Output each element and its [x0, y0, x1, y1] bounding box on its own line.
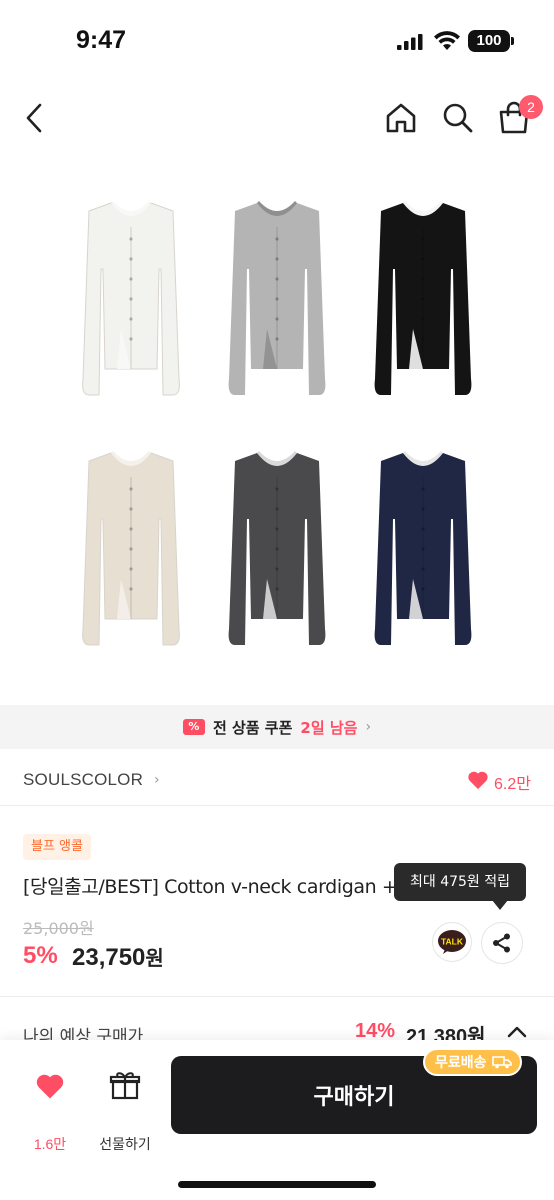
section-divider — [0, 996, 554, 997]
kakao-talk-share-button[interactable]: TALK — [432, 922, 472, 962]
coupon-days-left: 2일 남음 — [300, 718, 358, 737]
coupon-text: 전 상품 쿠폰 — [212, 718, 293, 737]
sale-price: 23,750원 — [72, 942, 164, 972]
gift-label: 선물하기 — [99, 1137, 151, 1153]
home-indicator — [178, 1181, 376, 1188]
bottom-purchase-bar: 1.6만 선물하기 구매하기 무료배송 — [0, 1040, 554, 1200]
cardigan-navy — [374, 451, 472, 645]
tooltip-tail — [492, 900, 508, 910]
search-button[interactable] — [438, 90, 478, 146]
status-bar: 9:47 100 — [0, 0, 554, 80]
kakao-talk-label: TALK — [441, 937, 464, 947]
brand-name-link[interactable]: SOULSCOLOR — [23, 770, 143, 790]
back-button[interactable] — [14, 90, 54, 146]
cardigan-beige — [82, 451, 180, 646]
share-button[interactable] — [481, 922, 523, 964]
status-time: 9:47 — [76, 26, 127, 54]
kakao-talk-icon: TALK — [438, 930, 466, 954]
heart-icon — [36, 1074, 64, 1099]
coupon-icon: % — [182, 719, 205, 735]
gift-icon — [109, 1072, 141, 1100]
discount-rate: 5% — [23, 942, 58, 969]
search-icon — [443, 103, 473, 133]
cardigan-charcoal — [228, 451, 326, 645]
heart-icon[interactable] — [467, 769, 489, 791]
chevron-left-icon — [26, 103, 42, 133]
chevron-right-icon: › — [365, 719, 372, 735]
sale-price-value: 23,750 — [72, 944, 146, 971]
coupon-banner[interactable]: % 전 상품 쿠폰 2일 남음 › — [0, 705, 554, 749]
top-navigation — [0, 90, 554, 146]
event-tag-badge: 블프 앵콜 — [23, 834, 91, 860]
share-icon — [493, 933, 510, 953]
gift-button[interactable]: 선물하기 — [92, 1070, 158, 1153]
free-shipping-label: 무료배송 — [435, 1055, 487, 1071]
truck-icon — [491, 1056, 512, 1069]
signal-icon — [397, 34, 423, 50]
wishlist-button[interactable]: 1.6만 — [20, 1070, 80, 1152]
home-icon — [386, 103, 416, 133]
brand-like-count: 6.2만 — [494, 776, 531, 793]
cardigan-gray — [228, 201, 326, 395]
cardigan-white — [82, 201, 180, 396]
home-button[interactable] — [381, 90, 421, 146]
points-tooltip: 최대 475원 적립 — [394, 863, 526, 901]
original-price: 25,000원 — [23, 919, 94, 938]
wifi-icon — [434, 31, 460, 50]
brand-row: SOULSCOLOR › 6.2만 — [0, 758, 554, 806]
free-shipping-badge: 무료배송 — [423, 1048, 522, 1076]
wishlist-count: 1.6만 — [33, 1136, 67, 1152]
battery-indicator: 100 — [468, 30, 510, 52]
battery-tip — [511, 37, 514, 45]
product-image[interactable] — [58, 185, 496, 685]
cardigan-black — [374, 201, 472, 395]
cart-count-badge: 2 — [519, 95, 543, 119]
sale-price-unit: 원 — [145, 946, 164, 970]
chevron-right-icon: › — [154, 772, 160, 788]
chevron-up-icon[interactable] — [505, 1022, 529, 1042]
